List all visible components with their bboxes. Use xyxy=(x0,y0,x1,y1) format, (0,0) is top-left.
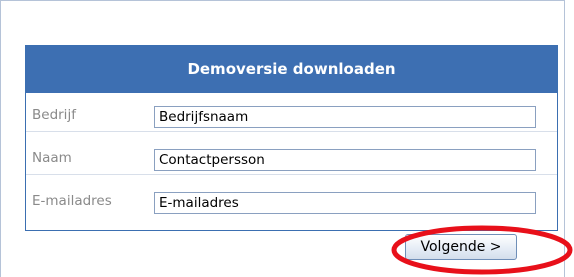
name-input[interactable] xyxy=(154,149,536,171)
next-button[interactable]: Volgende > xyxy=(405,234,517,260)
email-row: E-mailadres xyxy=(26,185,557,218)
demo-download-form: Demoversie downloaden Bedrijf Naam E-mai… xyxy=(25,45,558,231)
row-divider xyxy=(26,131,557,132)
company-row: Bedrijf xyxy=(26,99,557,132)
name-label: Naam xyxy=(32,150,72,166)
email-input[interactable] xyxy=(154,192,536,214)
email-label: E-mailadres xyxy=(32,193,112,209)
company-label: Bedrijf xyxy=(32,107,76,123)
row-divider xyxy=(26,174,557,175)
name-row: Naam xyxy=(26,142,557,175)
form-title: Demoversie downloaden xyxy=(26,46,557,93)
company-input[interactable] xyxy=(154,106,536,128)
